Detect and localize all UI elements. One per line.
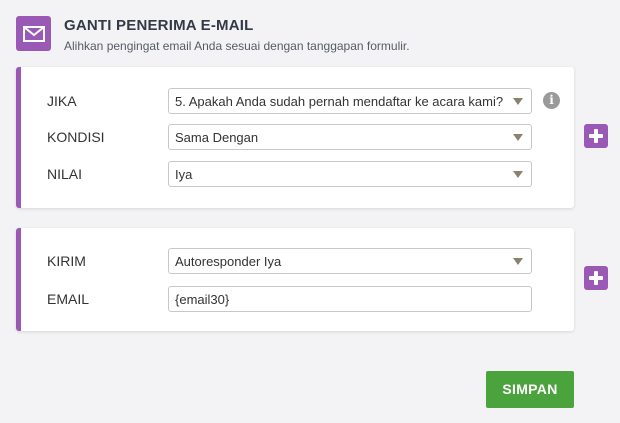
jika-select[interactable]: 5. Apakah Anda sudah pernah mendaftar ke… <box>168 88 532 114</box>
nilai-label: NILAI <box>47 166 83 182</box>
kirim-value: Autoresponder Iya <box>175 254 282 269</box>
action-card: KIRIM Autoresponder Iya EMAIL {email30} <box>16 228 574 331</box>
kirim-label: KIRIM <box>47 253 86 269</box>
envelope-icon <box>16 16 51 51</box>
add-condition-button[interactable] <box>584 124 608 148</box>
chevron-down-icon <box>513 98 523 105</box>
row-jika: JIKA 5. Apakah Anda sudah pernah mendaft… <box>21 88 574 114</box>
email-value: {email30} <box>175 292 230 307</box>
email-label: EMAIL <box>47 291 90 307</box>
nilai-select[interactable]: Iya <box>168 161 532 187</box>
row-kirim: KIRIM Autoresponder Iya <box>21 248 574 274</box>
email-field[interactable]: {email30} <box>168 286 532 312</box>
kirim-select[interactable]: Autoresponder Iya <box>168 248 532 274</box>
save-button[interactable]: SIMPAN <box>486 371 574 408</box>
add-action-button[interactable] <box>584 266 608 290</box>
kondisi-select[interactable]: Sama Dengan <box>168 124 532 150</box>
info-icon[interactable]: i <box>543 92 560 109</box>
jika-label: JIKA <box>47 93 77 109</box>
row-email: EMAIL {email30} <box>21 286 574 312</box>
chevron-down-icon <box>513 134 523 141</box>
page-title: GANTI PENERIMA E-MAIL <box>64 17 254 34</box>
jika-value: 5. Apakah Anda sudah pernah mendaftar ke… <box>175 94 504 109</box>
row-kondisi: KONDISI Sama Dengan <box>21 124 574 150</box>
condition-card: JIKA 5. Apakah Anda sudah pernah mendaft… <box>16 67 574 208</box>
nilai-value: Iya <box>175 167 193 182</box>
header: GANTI PENERIMA E-MAIL Alihkan pengingat … <box>16 16 606 56</box>
chevron-down-icon <box>513 258 523 265</box>
chevron-down-icon <box>513 171 523 178</box>
row-nilai: NILAI Iya <box>21 161 574 187</box>
kondisi-label: KONDISI <box>47 129 105 145</box>
page-subtitle: Alihkan pengingat email Anda sesuai deng… <box>64 39 410 53</box>
kondisi-value: Sama Dengan <box>175 130 259 145</box>
